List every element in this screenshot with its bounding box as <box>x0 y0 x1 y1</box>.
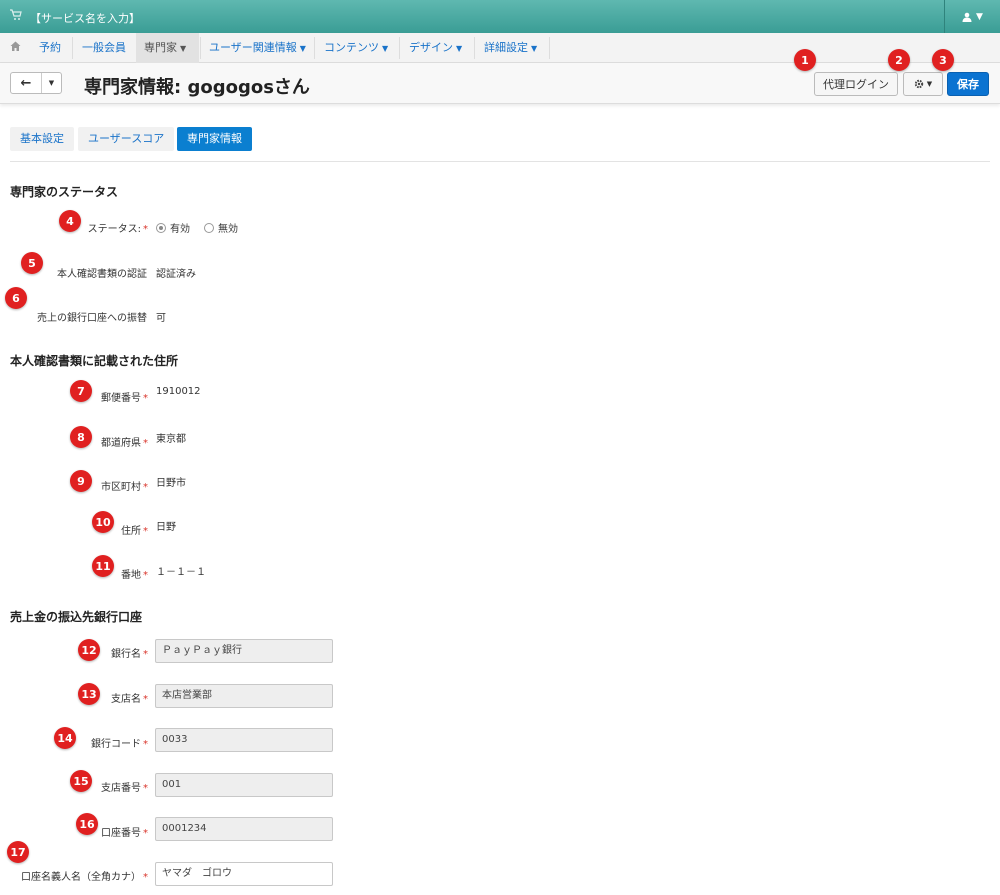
home-icon <box>10 41 21 51</box>
block-label: 番地 * <box>121 570 148 581</box>
prefecture-value: 東京都 <box>156 434 186 445</box>
nav-item-members[interactable]: 一般会員 <box>74 33 134 63</box>
page-title: 専門家情報: gogogosさん <box>84 77 310 98</box>
nav-item-reservation[interactable]: 予約 <box>31 33 69 63</box>
nav-item-user-info[interactable]: ユーザー関連情報 ▼ <box>201 33 314 63</box>
annotation-badge: 15 <box>70 770 92 792</box>
tab-basic-settings[interactable]: 基本設定 <box>10 127 74 151</box>
annotation-badge: 16 <box>76 813 98 835</box>
arrow-left-icon: ← <box>20 75 32 91</box>
gear-icon <box>914 79 923 89</box>
chevron-down-icon: ▼ <box>48 79 55 87</box>
block-value: １－１－１ <box>156 567 206 578</box>
tab-user-score[interactable]: ユーザースコア <box>78 127 175 151</box>
postal-value: 1910012 <box>156 386 201 397</box>
nav-home[interactable] <box>2 33 29 63</box>
annotation-badge: 14 <box>54 727 76 749</box>
annotation-badge: 6 <box>5 287 27 309</box>
chevron-down-icon: ▼ <box>926 80 933 88</box>
back-dropdown-button[interactable]: ▼ <box>42 73 61 93</box>
radio-unchecked-icon <box>204 222 214 233</box>
proxy-login-button[interactable]: 代理ログイン <box>814 72 898 96</box>
city-value: 日野市 <box>156 478 186 489</box>
chevron-down-icon: ▼ <box>382 44 389 53</box>
annotation-badge: 12 <box>78 639 100 661</box>
status-radio-inactive[interactable]: 無効 <box>204 220 238 235</box>
annotation-badge: 2 <box>888 49 910 71</box>
annotation-badge: 13 <box>78 683 100 705</box>
cart-icon <box>10 9 22 20</box>
address-value: 日野 <box>156 522 176 533</box>
annotation-badge: 4 <box>59 210 81 232</box>
chevron-down-icon: ▼ <box>180 44 187 53</box>
annotation-badge: 9 <box>70 470 92 492</box>
annotation-badge: 5 <box>21 252 43 274</box>
divider <box>10 161 990 162</box>
service-name: 【サービス名を入力】 <box>30 12 140 25</box>
top-bar: 【サービス名を入力】 ▼ <box>0 0 1000 33</box>
account-holder-field[interactable]: ヤマダ ゴロウ <box>155 862 333 886</box>
save-button[interactable]: 保存 <box>947 72 989 96</box>
chevron-down-icon: ▼ <box>976 11 983 22</box>
chevron-down-icon: ▼ <box>299 44 306 53</box>
branch-name-field[interactable]: 本店営業部 <box>155 684 333 708</box>
user-icon <box>962 12 972 22</box>
annotation-badge: 3 <box>932 49 954 71</box>
chevron-down-icon: ▼ <box>531 44 538 53</box>
annotation-badge: 17 <box>7 841 29 863</box>
account-holder-label: 口座名義人名（全角カナ） * <box>21 872 148 883</box>
branch-name-label: 支店名 * <box>111 694 148 705</box>
radio-checked-icon <box>156 222 166 233</box>
account-no-label: 口座番号 * <box>101 828 148 839</box>
bank-name-label: 銀行名 * <box>111 649 148 660</box>
annotation-badge: 1 <box>794 49 816 71</box>
bank-code-field[interactable]: 0033 <box>155 728 333 752</box>
back-button-group: ← ▼ <box>10 72 62 94</box>
status-radio-active[interactable]: 有効 <box>156 220 190 235</box>
annotation-badge: 10 <box>92 511 114 533</box>
status-label: ステータス: * <box>87 224 148 235</box>
transfer-value: 可 <box>156 313 166 324</box>
id-verify-value: 認証済み <box>156 269 196 280</box>
nav-item-design[interactable]: デザイン ▼ <box>401 33 470 63</box>
address-label: 住所 * <box>121 526 148 537</box>
annotation-badge: 11 <box>92 555 114 577</box>
annotation-badge: 8 <box>70 426 92 448</box>
transfer-label: 売上の銀行口座への振替 <box>37 313 147 324</box>
nav-item-contents[interactable]: コンテンツ ▼ <box>316 33 396 63</box>
nav-item-experts[interactable]: 専門家 ▼ <box>136 33 199 63</box>
account-no-field[interactable]: 0001234 <box>155 817 333 841</box>
user-menu-button[interactable]: ▼ <box>944 0 1000 33</box>
branch-no-field[interactable]: 001 <box>155 773 333 797</box>
section-title: 本人確認書類に記載された住所 <box>10 354 179 368</box>
bank-name-field[interactable]: ＰａｙＰａｙ銀行 <box>155 639 333 663</box>
annotation-badge: 7 <box>70 380 92 402</box>
chevron-down-icon: ▼ <box>456 44 463 53</box>
nav-item-advanced[interactable]: 詳細設定 ▼ <box>476 33 545 63</box>
settings-dropdown-button[interactable]: ▼ <box>903 72 943 96</box>
section-title: 売上金の振込先銀行口座 <box>10 610 143 624</box>
page-header: ← ▼ 専門家情報: gogogosさん 代理ログイン ▼ 保存 <box>0 63 1000 104</box>
section-title: 専門家のステータス <box>10 185 119 199</box>
main-nav: 予約 一般会員 専門家 ▼ ユーザー関連情報 ▼ コンテンツ ▼ デザイン ▼ 詳細設定… <box>0 33 1000 63</box>
back-button[interactable]: ← <box>11 73 42 93</box>
tab-expert-info[interactable]: 専門家情報 <box>177 127 252 151</box>
